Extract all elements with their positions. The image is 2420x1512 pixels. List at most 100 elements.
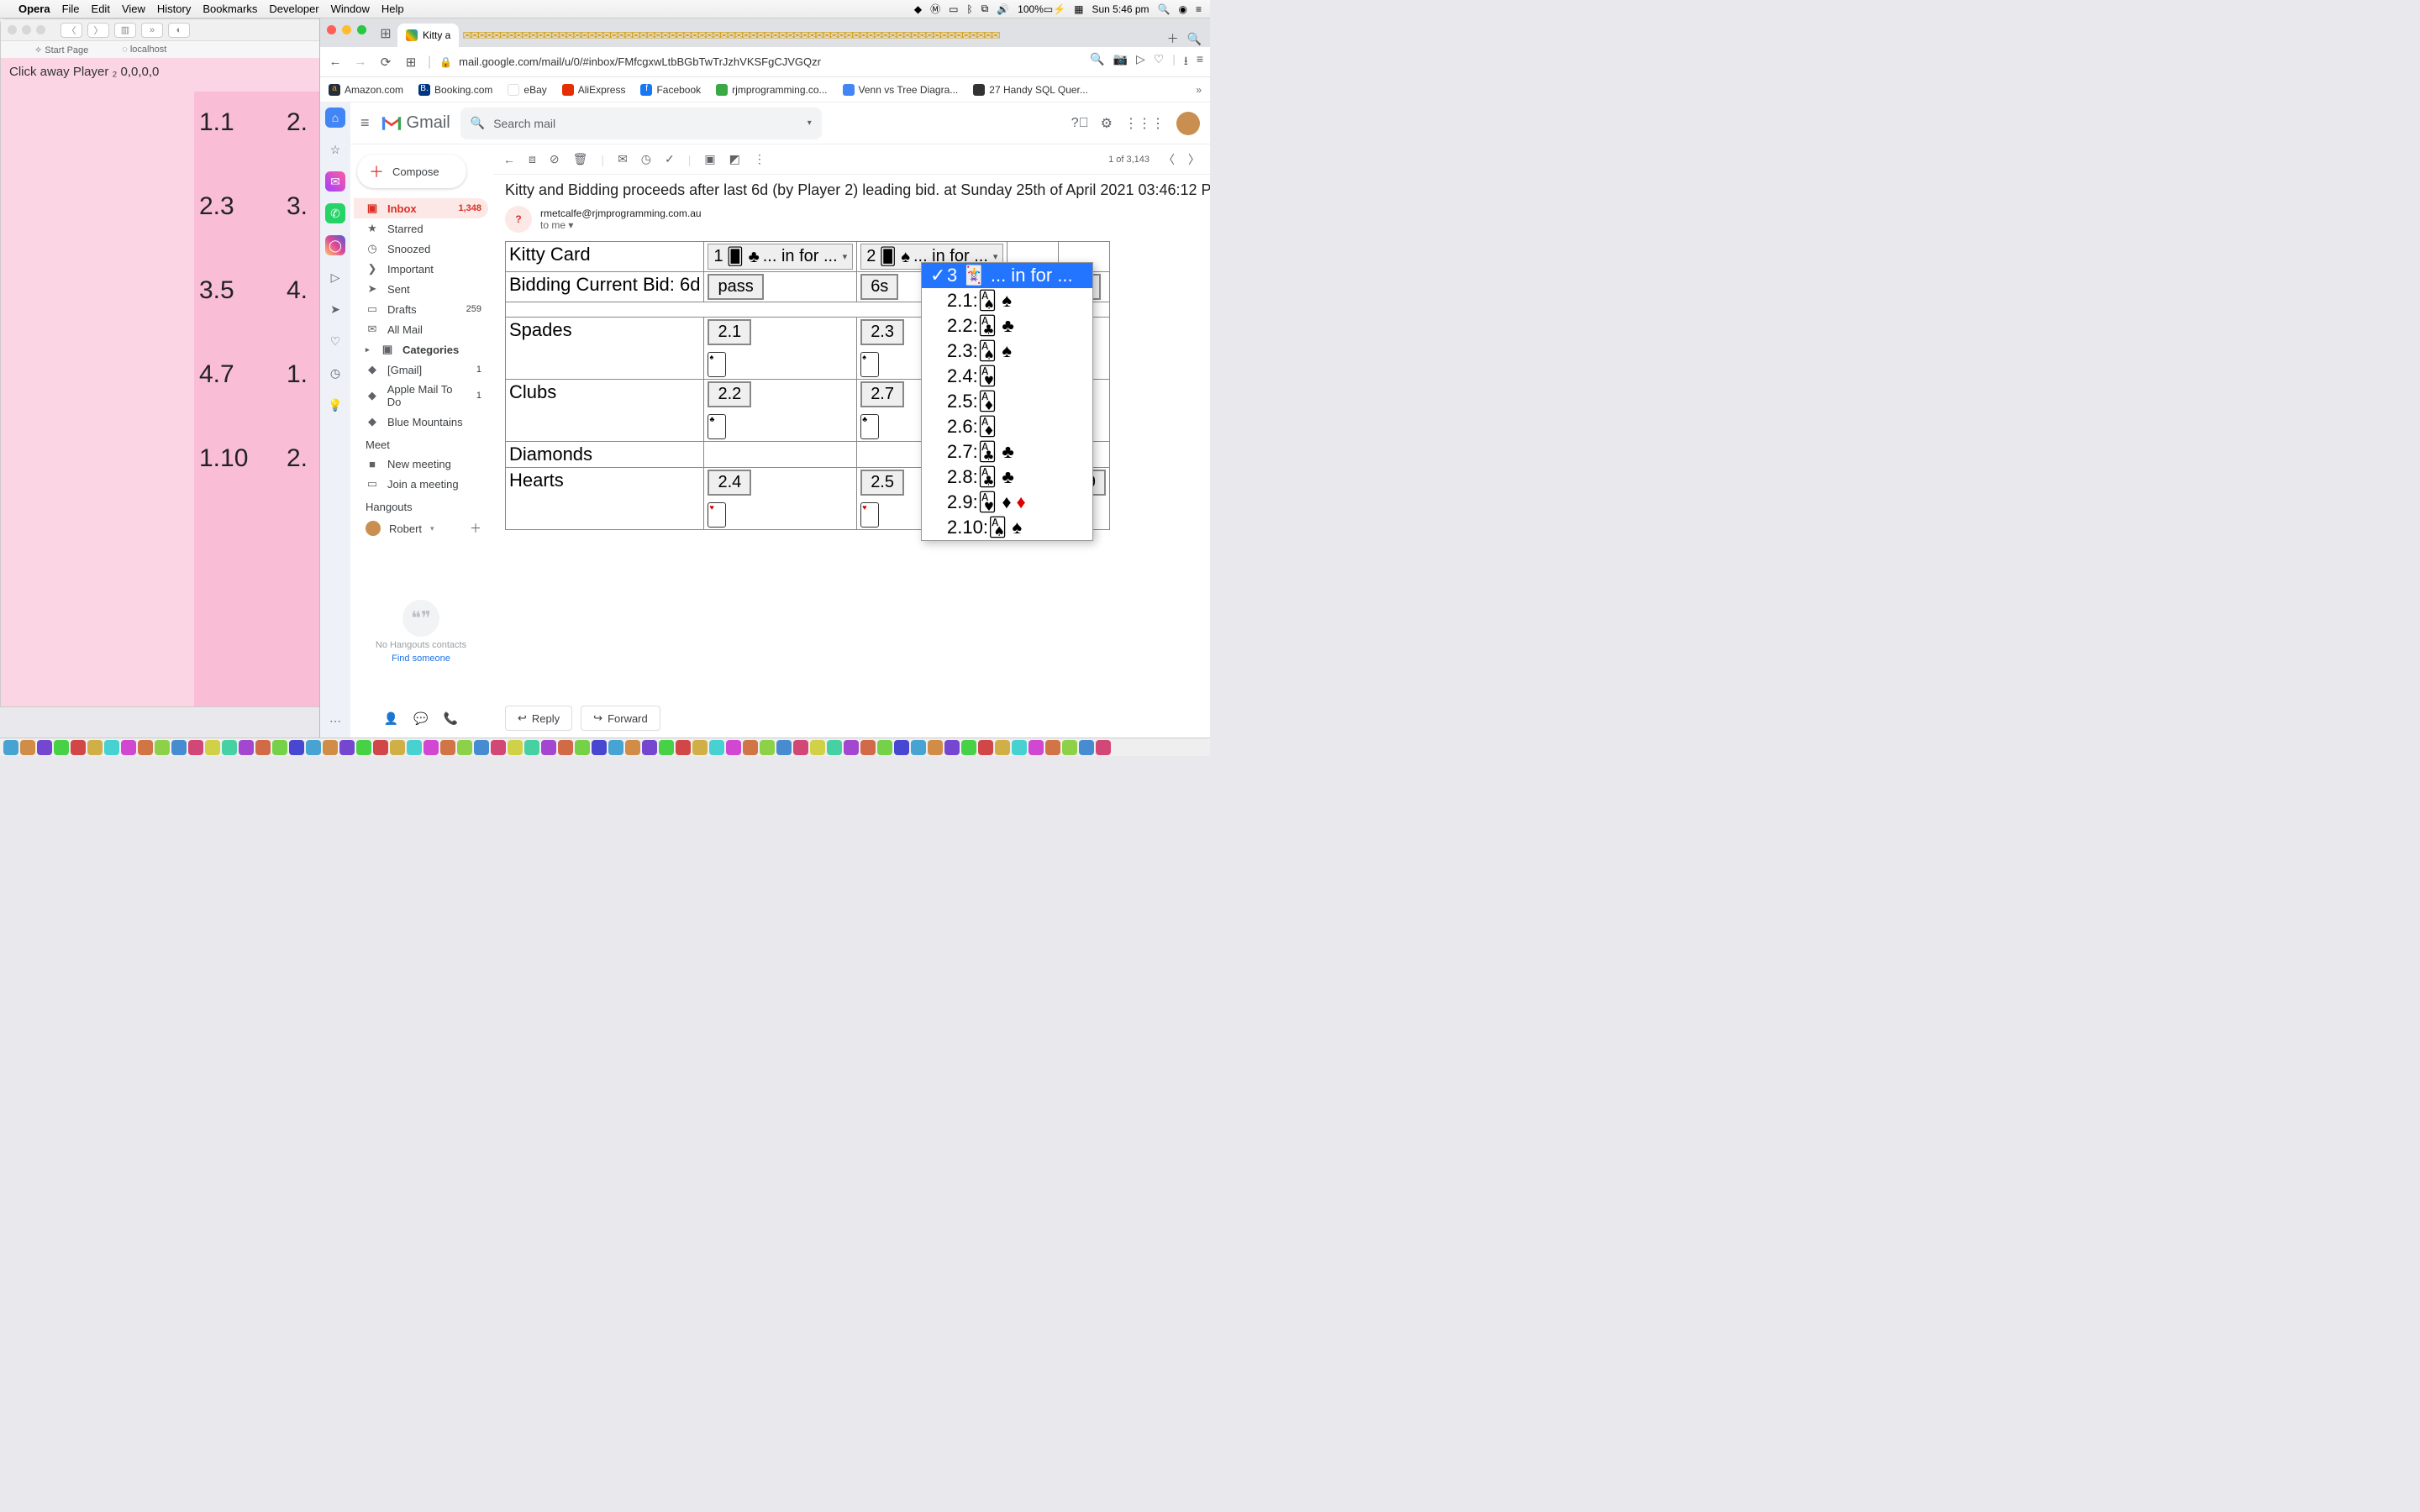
control-icon[interactable]: ▦ (1074, 3, 1083, 15)
dock-app-icon[interactable] (1028, 740, 1044, 755)
window-min-icon[interactable] (342, 25, 351, 34)
card-cell[interactable]: 3. (287, 192, 308, 221)
clock-rail-icon[interactable]: ◷ (325, 363, 345, 383)
dock-app-icon[interactable] (995, 740, 1010, 755)
chat-tab-icon[interactable]: 💬 (413, 711, 428, 726)
dock-app-icon[interactable] (524, 740, 539, 755)
window-max-icon[interactable] (36, 25, 45, 34)
dock-app-icon[interactable] (911, 740, 926, 755)
messenger-icon[interactable]: ✉ (325, 171, 345, 192)
bookmark-star-icon[interactable]: ☆ (325, 139, 345, 160)
siri-icon[interactable]: ◉ (1179, 3, 1187, 15)
dock-app-icon[interactable] (592, 740, 607, 755)
phone-tab-icon[interactable]: 📞 (444, 711, 458, 726)
mail-to[interactable]: to me ▾ (540, 219, 702, 231)
bookmark-booking[interactable]: B.Booking.com (418, 84, 492, 96)
dock-app-icon[interactable] (944, 740, 960, 755)
card-cell[interactable]: 4. (287, 276, 308, 305)
home-icon[interactable]: ⌂ (325, 108, 345, 128)
dock-app-icon[interactable] (928, 740, 943, 755)
folder-apple-label[interactable]: ◆Apple Mail To Do1 (354, 380, 488, 412)
dock-app-icon[interactable] (894, 740, 909, 755)
sidebar-toggle[interactable]: ▥ (114, 23, 136, 38)
dock-app-icon[interactable] (205, 740, 220, 755)
bulb-icon[interactable]: 💡 (325, 395, 345, 415)
dropdown-option[interactable]: 2.8:🃑 ♣ (922, 465, 1092, 490)
folder-starred[interactable]: ★Starred (354, 218, 488, 239)
dock-app-icon[interactable] (508, 740, 523, 755)
dock-app-icon[interactable] (558, 740, 573, 755)
clubs-cell[interactable]: 2.2♣ (704, 380, 857, 442)
folder-categories[interactable]: ▸▣Categories (354, 339, 488, 360)
dropdown-option[interactable]: 2.2:🃑 ♣ (922, 313, 1092, 339)
dock-app-icon[interactable] (642, 740, 657, 755)
dock-app-icon[interactable] (659, 740, 674, 755)
more-toolbar-icon[interactable]: ⋮ (754, 152, 765, 166)
dock-app-icon[interactable] (877, 740, 892, 755)
menu-history[interactable]: History (157, 3, 191, 15)
fastforward-icon[interactable]: » (141, 23, 163, 38)
dock-app-icon[interactable] (961, 740, 976, 755)
folder-important[interactable]: ❯Important (354, 259, 488, 279)
dock-app-icon[interactable] (1096, 740, 1111, 755)
task-icon[interactable]: ✓ (665, 152, 675, 166)
window-close-icon[interactable] (8, 25, 17, 34)
move-icon[interactable]: ▣ (704, 152, 715, 166)
card-cell[interactable]: 2.3 (199, 192, 234, 221)
new-tab-button[interactable]: ＋ (1167, 30, 1179, 47)
airplay-icon[interactable]: ▭ (949, 3, 958, 15)
dropdown-option[interactable]: 2.10:🂡 ♠ (922, 515, 1092, 540)
menu-window[interactable]: Window (331, 3, 370, 15)
more-rail-icon[interactable]: ⋯ (325, 711, 345, 731)
dock-app-icon[interactable] (37, 740, 52, 755)
menu-help[interactable]: Help (381, 3, 404, 15)
dropdown-option-selected[interactable]: ✓3 🃏 ... in for ... (922, 263, 1092, 288)
dock-app-icon[interactable] (776, 740, 792, 755)
dock-app-icon[interactable] (608, 740, 623, 755)
status-icon[interactable]: ◆ (914, 3, 922, 15)
tab-search-icon[interactable]: 🔍 (1187, 32, 1202, 46)
opera-tab-localhost[interactable]: ◌ localhost (122, 45, 166, 55)
forward-button[interactable]: 〉 (87, 23, 109, 38)
bookmark-ebay[interactable]: eBay (508, 84, 546, 96)
folder-inbox[interactable]: ▣Inbox1,348 (354, 198, 488, 218)
meet-new[interactable]: ■New meeting (354, 454, 488, 474)
dock-app-icon[interactable] (171, 740, 187, 755)
compose-button[interactable]: ＋ Compose (357, 155, 466, 188)
reload-button[interactable]: ⟳ (377, 55, 394, 70)
dock-app-icon[interactable] (625, 740, 640, 755)
find-someone-link[interactable]: Find someone (392, 654, 450, 664)
folder-allmail[interactable]: ✉All Mail (354, 319, 488, 339)
unread-icon[interactable]: ✉ (618, 152, 628, 166)
extensions-icon[interactable]: ⊞ (402, 55, 419, 70)
dock-app-icon[interactable] (20, 740, 35, 755)
dropdown-option[interactable]: 2.6:🃁 (922, 414, 1092, 439)
back-button[interactable]: 〈 (60, 23, 82, 38)
dock-app-icon[interactable] (87, 740, 103, 755)
menu-bookmarks[interactable]: Bookmarks (203, 3, 257, 15)
help-icon[interactable]: ?⃝ (1071, 116, 1089, 131)
forward-button[interactable]: → (352, 55, 369, 69)
search-input[interactable]: 🔍 Search mail ▾ (460, 108, 822, 139)
card-cell[interactable]: 4.7 (199, 360, 234, 389)
window-close-icon[interactable] (327, 25, 336, 34)
tab-grid-icon[interactable]: ⊞ (379, 25, 392, 42)
card-cell[interactable]: 2. (287, 444, 308, 473)
dock-app-icon[interactable] (239, 740, 254, 755)
whatsapp-icon[interactable]: ✆ (325, 203, 345, 223)
dock-app-icon[interactable] (709, 740, 724, 755)
omnibox[interactable]: 🔒 mail.google.com/mail/u/0/#inbox/FMfcgx… (439, 55, 1081, 68)
card-cell[interactable]: 1.10 (199, 444, 248, 473)
dock-app-icon[interactable] (743, 740, 758, 755)
dock-app-icon[interactable] (424, 740, 439, 755)
dock-app-icon[interactable] (104, 740, 119, 755)
gmail-logo[interactable]: Gmail (380, 113, 450, 133)
search-in-page-icon[interactable]: 🔍 (1090, 52, 1104, 72)
apps-grid-icon[interactable]: ⋮⋮⋮ (1124, 115, 1165, 132)
label-toolbar-icon[interactable]: ◩ (729, 152, 740, 166)
dock-app-icon[interactable] (1012, 740, 1027, 755)
dock-app-icon[interactable] (255, 740, 271, 755)
dropdown-option[interactable]: 2.4:🂱 (922, 364, 1092, 389)
dock-app-icon[interactable] (726, 740, 741, 755)
dock-app-icon[interactable] (575, 740, 590, 755)
